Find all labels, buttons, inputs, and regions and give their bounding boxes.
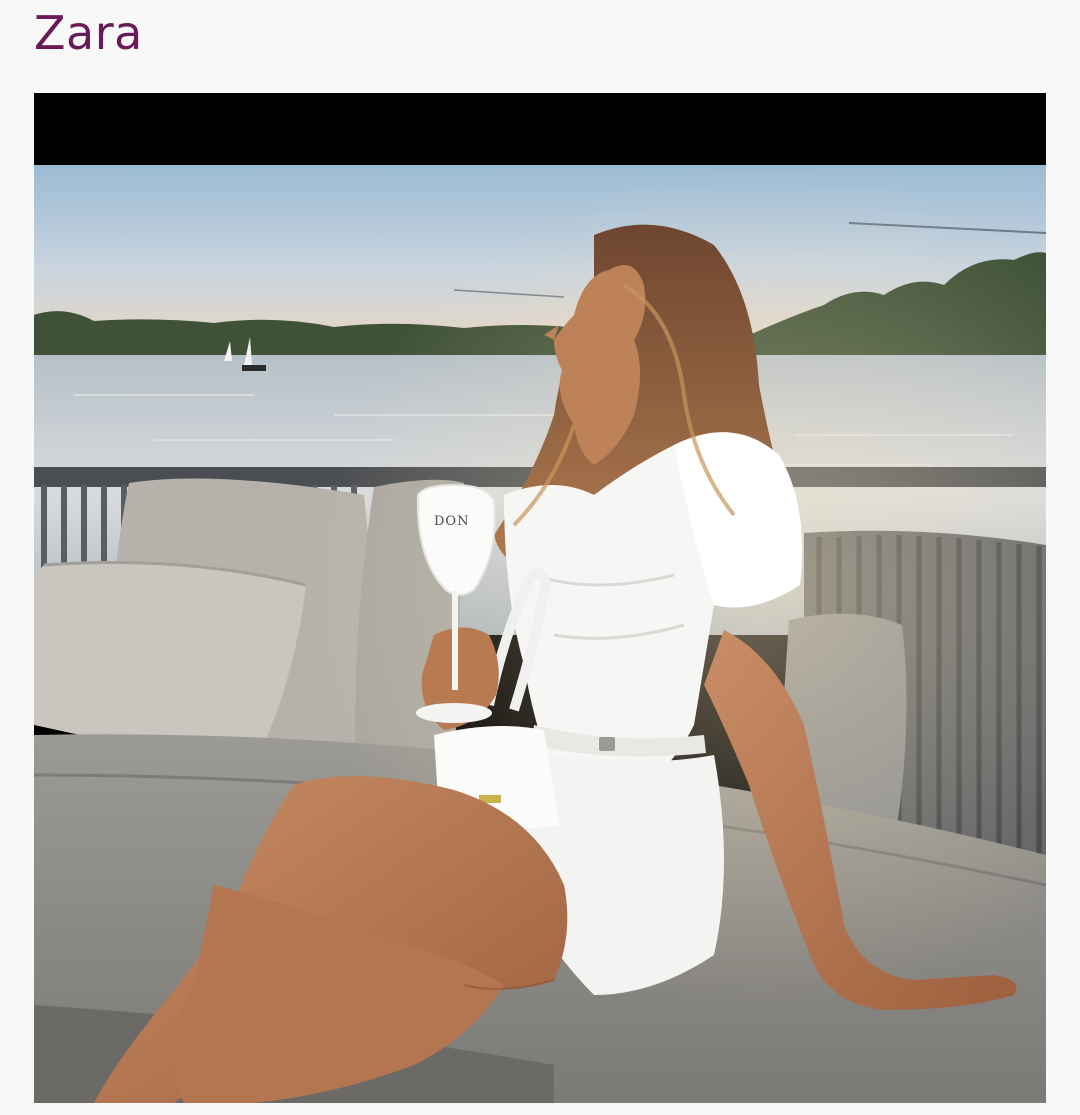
page: Zara DON [0,0,1080,1115]
glass-print: DON [434,514,469,529]
brand-title: Zara [34,6,143,60]
photo-content: DON [34,165,1046,1103]
product-photo[interactable]: DON [34,93,1046,1103]
photo-illustration: DON [34,165,1046,1103]
